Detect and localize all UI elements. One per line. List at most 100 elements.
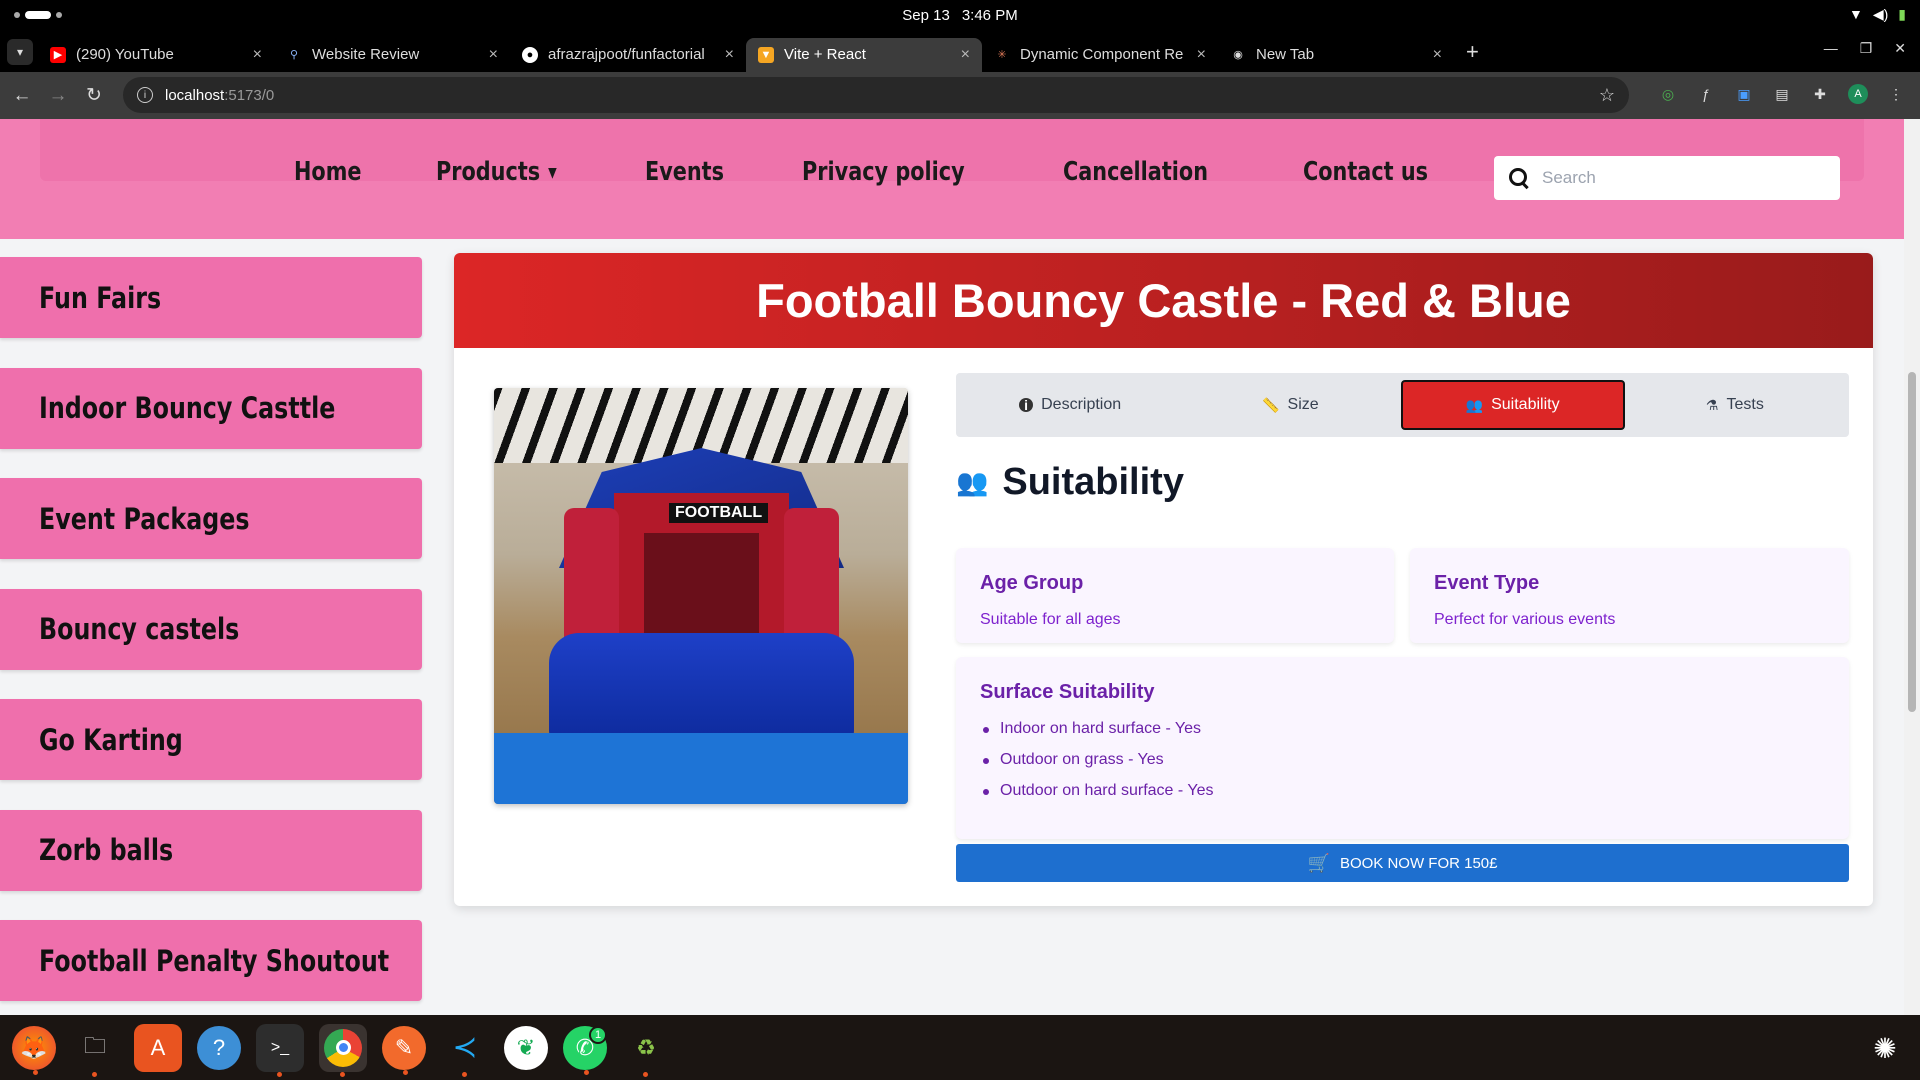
ubuntu-logo-icon[interactable]: ✺	[1866, 1029, 1904, 1067]
tab-label: Tests	[1726, 396, 1764, 413]
nav-products[interactable]: Products ▼	[436, 157, 557, 187]
cart-icon: 🛒	[1307, 852, 1330, 873]
nav-contact-us[interactable]: Contact us	[1303, 157, 1428, 187]
close-icon[interactable]: ×	[1433, 46, 1442, 64]
product-tabs: i Description 📏 Size 👥 Suitability ⚗ Tests	[956, 373, 1849, 437]
tab-label: Suitability	[1491, 396, 1560, 413]
users-icon: 👥	[1465, 396, 1484, 413]
castle-sign: FOOTBALL	[669, 503, 769, 523]
tab-label: Size	[1287, 396, 1319, 413]
nav-privacy-policy[interactable]: Privacy policy	[802, 157, 965, 187]
browser-tab-vite-react[interactable]: ▼ Vite + React ×	[746, 37, 982, 72]
trash-icon[interactable]: ♻	[622, 1024, 670, 1077]
tab-title: Vite + React	[784, 46, 866, 63]
extensions-puzzle-icon[interactable]: ✚	[1810, 84, 1830, 104]
close-icon[interactable]: ×	[961, 46, 970, 64]
forward-icon[interactable]: →	[40, 85, 76, 107]
sidebar-item-label: Football Penalty Shoutout	[39, 943, 390, 978]
system-clock[interactable]: Sep 13 3:46 PM	[0, 7, 1920, 24]
tab-description[interactable]: i Description	[960, 380, 1180, 430]
tab-tests[interactable]: ⚗ Tests	[1625, 380, 1845, 430]
book-now-button[interactable]: 🛒 BOOK NOW FOR 150£	[956, 844, 1849, 882]
system-top-bar: Sep 13 3:46 PM ▼ ◀) ▮	[0, 0, 1920, 31]
firefox-icon[interactable]: 🦊	[12, 1025, 56, 1075]
back-icon[interactable]: ←	[4, 85, 40, 107]
pen-tool-icon[interactable]: ✎	[382, 1025, 426, 1075]
product-title: Football Bouncy Castle - Red & Blue	[756, 274, 1571, 327]
tab-title: Dynamic Component Re	[1020, 46, 1184, 63]
sidebar-item-label: Fun Fairs	[39, 280, 162, 315]
profile-avatar[interactable]: A	[1848, 84, 1868, 104]
search-input[interactable]	[1542, 168, 1822, 188]
sidebar-item-fun-fairs[interactable]: Fun Fairs	[0, 257, 422, 338]
tab-suitability[interactable]: 👥 Suitability	[1400, 380, 1625, 430]
list-item: Outdoor on hard surface - Yes	[980, 782, 1825, 800]
notification-badge: 1	[589, 1025, 607, 1044]
reload-icon[interactable]: ↻	[76, 84, 112, 107]
extension-blue-icon[interactable]: ▣	[1734, 84, 1754, 104]
url-bar[interactable]: i localhost:5173/0 ☆	[123, 77, 1629, 113]
browser-tab-dynamic-component[interactable]: ✳ Dynamic Component Re ×	[982, 38, 1218, 72]
tab-search-icon[interactable]: ▾	[7, 38, 33, 65]
close-icon[interactable]: ×	[489, 46, 498, 64]
sidebar-item-football-penalty-shootout[interactable]: Football Penalty Shoutout	[0, 920, 422, 1001]
extension-fx-icon[interactable]: ƒ	[1696, 84, 1716, 104]
extension-green-icon[interactable]: ◎	[1658, 84, 1678, 104]
files-icon[interactable]: 🗀	[71, 1024, 119, 1077]
extension-gray-icon[interactable]: ▤	[1772, 84, 1792, 104]
sidebar-item-event-packages[interactable]: Event Packages	[0, 478, 422, 559]
sidebar-item-bouncy-castles[interactable]: Bouncy castels	[0, 588, 422, 670]
new-tab-button[interactable]: +	[1466, 39, 1479, 65]
bookmark-star-icon[interactable]: ☆	[1599, 85, 1615, 106]
section-title: Suitability	[1002, 461, 1184, 503]
search-icon[interactable]	[1508, 167, 1530, 189]
site-logo[interactable]	[130, 119, 151, 161]
browser-tab-youtube[interactable]: ▶ (290) YouTube ×	[38, 38, 274, 72]
url-host: localhost	[165, 86, 225, 104]
url-path: :5173/0	[224, 86, 275, 104]
ruler-icon: 📏	[1262, 396, 1280, 413]
age-group-text: Suitable for all ages	[980, 611, 1121, 628]
age-group-title: Age Group	[980, 572, 1084, 594]
terminal-icon[interactable]: >_	[256, 1023, 304, 1077]
tab-title: (290) YouTube	[76, 46, 174, 63]
flask-icon: ⚗	[1705, 396, 1719, 413]
nav-products-label: Products	[436, 157, 541, 187]
chrome-icon[interactable]	[319, 1023, 367, 1077]
surface-title: Surface Suitability	[980, 681, 1155, 703]
close-window-icon[interactable]: ✕	[1894, 40, 1906, 57]
browser-tab-new-tab[interactable]: ◉ New Tab ×	[1218, 38, 1454, 72]
nav-events[interactable]: Events	[645, 157, 724, 187]
sidebar-item-label: Zorb balls	[39, 833, 174, 867]
address-bar-row: ← → ↻ i localhost:5173/0 ☆ ◎ ƒ ▣ ▤ ✚ A ⋮	[0, 72, 1920, 119]
caret-down-icon: ▼	[548, 164, 558, 181]
whatsapp-icon[interactable]: ✆ 1	[563, 1025, 607, 1075]
browser-tab-website-review[interactable]: ⚲ Website Review ×	[274, 38, 510, 72]
mongodb-compass-icon[interactable]: ❦	[504, 1025, 548, 1070]
site-info-icon[interactable]: i	[137, 87, 153, 103]
browser-menu-icon[interactable]: ⋮	[1886, 84, 1906, 104]
restore-icon[interactable]: ❐	[1860, 40, 1873, 57]
close-icon[interactable]: ×	[1197, 46, 1206, 64]
page-scrollbar[interactable]	[1904, 119, 1920, 1015]
close-icon[interactable]: ×	[253, 46, 262, 64]
sidebar-item-indoor-bouncy-castle[interactable]: Indoor Bouncy Casttle	[0, 367, 422, 449]
help-icon[interactable]: ?	[197, 1025, 241, 1070]
vscode-icon[interactable]: ≺	[441, 1024, 489, 1077]
sidebar-item-go-karting[interactable]: Go Karting	[0, 699, 422, 780]
section-heading: 👥 Suitability	[956, 461, 1184, 504]
surface-list: Indoor on hard surface - Yes Outdoor on …	[980, 720, 1825, 800]
nav-cancellation[interactable]: Cancellation	[1063, 157, 1208, 187]
product-image[interactable]: FOOTBALL	[494, 388, 908, 804]
close-icon[interactable]: ×	[725, 46, 734, 64]
system-tray[interactable]: ▼ ◀) ▮	[1849, 6, 1906, 23]
browser-tab-strip: ▾ ▶ (290) YouTube × ⚲ Website Review × ● afra…	[0, 31, 1920, 72]
app-center-icon[interactable]: A	[134, 1023, 182, 1072]
minimize-icon[interactable]: —	[1824, 40, 1838, 57]
claude-icon: ✳	[997, 49, 1007, 61]
nav-home[interactable]: Home	[294, 157, 361, 187]
scrollbar-thumb[interactable]	[1908, 372, 1916, 712]
browser-tab-github[interactable]: ● afrazrajpoot/funfactorial ×	[510, 38, 746, 72]
sidebar-item-zorb-balls[interactable]: Zorb balls	[0, 809, 422, 891]
tab-size[interactable]: 📏 Size	[1180, 380, 1400, 430]
